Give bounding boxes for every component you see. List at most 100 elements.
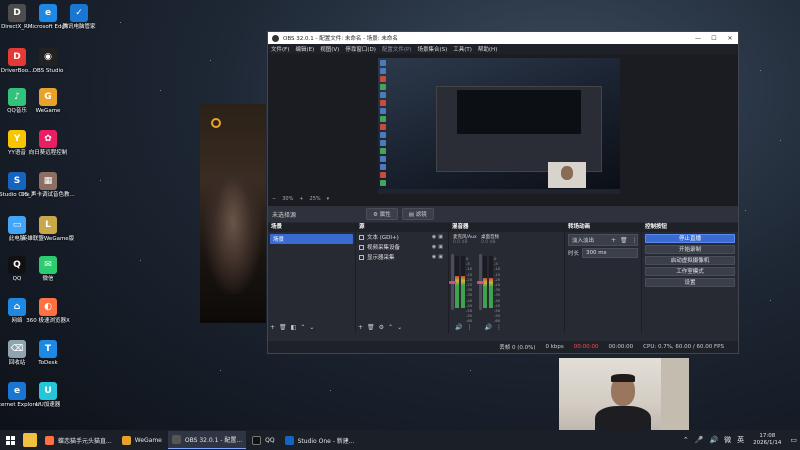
clock[interactable]: 17:08 2026/1/14 — [753, 433, 781, 447]
zoom-out-icon[interactable]: − — [272, 196, 276, 202]
desktop-icon[interactable]: ⌫ 回收站 — [1, 340, 33, 367]
desktop-icon[interactable]: ✉ 微信 — [32, 256, 64, 283]
transition-menu-icon[interactable]: ⋮ — [632, 237, 638, 244]
desktop-icon[interactable]: e Microsoft Edge — [28, 4, 68, 31]
volume-fader[interactable] — [477, 254, 484, 310]
source-item[interactable]: 显示器采集 ◉▣ — [356, 252, 448, 262]
remove-scene-icon[interactable]: 🗑 — [279, 324, 287, 331]
program-preview[interactable] — [378, 58, 620, 194]
channel-settings-icon[interactable]: ⋮ — [466, 324, 472, 331]
preview-webcam — [548, 162, 586, 188]
add-transition-icon[interactable]: + — [611, 237, 616, 244]
desktop-icon[interactable]: ✿ 向日葵远程控制 — [29, 130, 67, 157]
meter-scale: 0 -5 -10 -15 -20 -25 -30 -35 -40 -45 -50 -55 -60 — [466, 256, 472, 324]
studio-mode-button[interactable]: 工作室模式 — [645, 267, 735, 276]
add-source-icon[interactable]: + — [358, 324, 363, 331]
move-up-icon[interactable]: ⌃ — [388, 324, 393, 331]
menu-tools[interactable]: 工具(T) — [453, 45, 472, 53]
desktop-icon[interactable]: U UU加速器 — [32, 382, 64, 409]
start-button[interactable] — [0, 430, 20, 450]
add-scene-icon[interactable]: + — [270, 324, 275, 331]
desktop-icon[interactable]: eInternet Explorer — [0, 382, 40, 409]
desktop-icon[interactable]: ◐ 360 极速浏览器X — [26, 298, 70, 325]
app-icon: ▭ — [8, 216, 26, 234]
menu-profile[interactable]: 配置文件(P) — [382, 45, 412, 53]
channel-settings-icon[interactable]: ⋮ — [496, 324, 502, 331]
file-explorer-icon[interactable] — [23, 433, 37, 447]
menu-scene-collection[interactable]: 场景集合(S) — [417, 45, 447, 53]
desktop-icon-label: 英雄联盟WeGame版 — [21, 236, 75, 242]
desktop-icon[interactable]: G WeGame — [32, 88, 64, 115]
transition-buttons: + 🗑 ⋮ — [611, 237, 642, 244]
rec-timer: 00:00:00 — [608, 344, 634, 350]
scene-item[interactable]: 场景 — [270, 234, 353, 244]
remove-source-icon[interactable]: 🗑 — [367, 324, 375, 331]
scene-filter-icon[interactable]: ◧ — [291, 324, 297, 331]
transition-duration-row: 时长 300 ms — [568, 248, 638, 258]
fader-knob[interactable] — [449, 280, 456, 284]
notification-icon[interactable]: ▭ — [790, 436, 797, 444]
minimize-button[interactable]: — — [690, 35, 706, 42]
menu-edit[interactable]: 编辑(E) — [295, 45, 314, 53]
close-button[interactable]: ✕ — [722, 35, 738, 42]
move-up-icon[interactable]: ⌃ — [300, 324, 305, 331]
menu-docks[interactable]: 停靠窗口(D) — [345, 45, 376, 53]
source-label: 文本 (GDI+) — [367, 235, 399, 241]
source-visibility-lock-icons[interactable]: ◉▣ — [432, 244, 445, 250]
filters-button[interactable]: ▤ 滤镜 — [401, 208, 434, 220]
language-indicator[interactable]: 英 — [737, 435, 744, 445]
maximize-button[interactable]: ☐ — [706, 35, 722, 42]
duration-input[interactable]: 300 ms — [582, 248, 638, 258]
zoom-value[interactable]: 25% — [310, 196, 321, 202]
desktop-icon[interactable]: ♪ QQ音乐 — [1, 88, 33, 115]
menu-file[interactable]: 文件(F) — [271, 45, 289, 53]
source-settings-icon[interactable]: ⚙ — [379, 324, 384, 331]
desktop-icon[interactable]: ◉ OBS Studio — [32, 48, 64, 75]
source-visibility-lock-icons[interactable]: ◉▣ — [432, 234, 445, 240]
input-method-icon[interactable]: 微 — [724, 435, 731, 445]
zoom-dropdown-icon[interactable]: ▾ — [327, 196, 330, 202]
desktop-icon[interactable]: L 英雄联盟WeGame版 — [22, 216, 74, 243]
properties-button[interactable]: ⚙ 属性 — [366, 208, 398, 220]
fader-knob[interactable] — [477, 280, 484, 284]
taskbar-app[interactable]: OBS 32.0.1 - 配置... — [167, 431, 247, 449]
source-item[interactable]: 视频采集设备 ◉▣ — [356, 242, 448, 252]
move-down-icon[interactable]: ⌄ — [397, 324, 402, 331]
source-item[interactable]: 文本 (GDI+) ◉▣ — [356, 232, 448, 242]
app-icon: ▦ — [39, 172, 57, 190]
channel-db: 0.0 dB — [481, 240, 496, 245]
mixer-channel: 桌面音频 0.0 dB 0 -5 -10 -15 -20 -25 -30 -35 -40 -45-… — [477, 234, 501, 326]
taskbar-app[interactable]: 蝶恋猫手元头猫直... — [41, 431, 116, 449]
app-icon: D — [8, 4, 26, 22]
stop-streaming-button[interactable]: 停止直播 — [645, 234, 735, 243]
dropped-frames: 丢帧 0 (0.0%) — [499, 345, 536, 351]
move-down-icon[interactable]: ⌄ — [309, 324, 314, 331]
menu-view[interactable]: 视图(V) — [320, 45, 339, 53]
desktop-icon[interactable]: T ToDesk — [32, 340, 64, 367]
desktop-icon[interactable]: Q QQ — [1, 256, 33, 283]
preview-webcam-face — [561, 166, 573, 180]
tray-overflow-icon[interactable]: ⌃ — [683, 436, 689, 444]
start-recording-button[interactable]: 开始录制 — [645, 245, 735, 254]
live-timer: 00:00:00 — [573, 344, 599, 350]
desktop-icon[interactable]: D DriverBoo... — [1, 48, 33, 75]
remove-transition-icon[interactable]: 🗑 — [620, 237, 628, 244]
desktop-icon[interactable]: ▦ 05_声卡调试音色教... — [21, 172, 75, 199]
taskbar-app[interactable]: Studio One - 新建... — [281, 431, 359, 449]
volume-icon[interactable]: 🔊 — [709, 436, 718, 444]
start-virtual-camera-button[interactable]: 启动虚拟摄像机 — [645, 256, 735, 265]
mute-icon[interactable]: 🔊 — [484, 324, 491, 331]
volume-fader[interactable] — [449, 254, 456, 310]
settings-button[interactable]: 设置 — [645, 278, 735, 287]
menu-help[interactable]: 帮助(H) — [478, 45, 497, 53]
app-icon: ✓ — [70, 4, 88, 22]
meter-scale: 0 -5 -10 -15 -20 -25 -30 -35 -40 -45 -50 -55 -60 — [494, 256, 500, 324]
webcam-background-shelf — [661, 358, 689, 433]
source-visibility-lock-icons[interactable]: ◉▣ — [432, 254, 445, 260]
zoom-in-icon[interactable]: + — [299, 196, 303, 202]
taskbar-app[interactable]: WeGame — [118, 431, 166, 449]
desktop-icon[interactable]: ✓ 腾讯电脑管家 — [63, 4, 96, 31]
taskbar-app[interactable]: QQ — [248, 431, 278, 449]
microphone-icon[interactable]: 🎤 — [695, 436, 704, 444]
mute-icon[interactable]: 🔊 — [455, 324, 462, 331]
